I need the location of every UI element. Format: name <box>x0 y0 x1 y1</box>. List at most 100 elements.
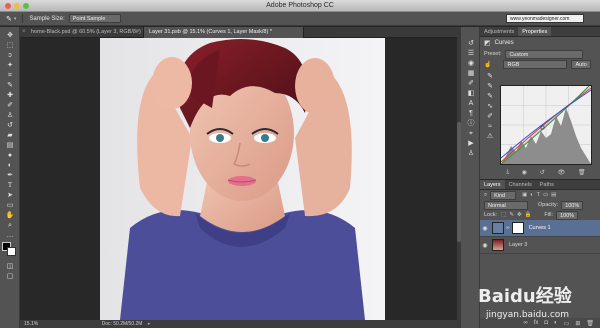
lasso-tool-icon[interactable]: ↄ <box>3 51 17 60</box>
window-title: Adobe Photoshop CC <box>266 2 334 9</box>
color-panel-icon[interactable]: ◉ <box>464 59 478 68</box>
marquee-tool-icon[interactable]: ⬚ <box>3 41 17 50</box>
brush-tool-icon[interactable]: ✐ <box>3 101 17 110</box>
clip-to-layer-icon[interactable]: ⤓ <box>506 169 509 176</box>
blur-tool-icon[interactable]: ● <box>3 151 17 160</box>
tab-properties[interactable]: Properties <box>518 27 552 36</box>
delete-adjustment-icon[interactable]: 🗑 <box>578 169 586 176</box>
info-panel-icon[interactable]: ⓘ <box>464 119 478 128</box>
brush-panel-icon[interactable]: ✐ <box>464 79 478 88</box>
layer-mask-thumbnail[interactable] <box>511 222 524 234</box>
lock-label: Lock: <box>484 212 498 218</box>
eyedropper-icon[interactable]: ✎ <box>6 15 12 23</box>
opacity-input[interactable]: 100% <box>561 200 584 210</box>
blend-mode-dropdown[interactable]: Normal <box>484 200 528 210</box>
crop-tool-icon[interactable]: ⌗ <box>3 71 17 80</box>
warning-icon[interactable]: ⚠ <box>483 132 497 141</box>
move-tool-icon[interactable]: ✥ <box>3 31 17 40</box>
fill-label: Fill: <box>544 212 553 218</box>
path-selection-tool-icon[interactable]: ➤ <box>3 191 17 200</box>
tab-paths[interactable]: Paths <box>536 180 558 189</box>
more-tools-icon[interactable]: … <box>3 231 17 240</box>
actions-panel-icon[interactable]: ▶ <box>464 139 478 148</box>
filter-row: ⌕ Kind ▣◐T▭▤ <box>480 190 600 200</box>
kind-filter-dropdown[interactable]: Kind <box>490 190 517 200</box>
zoom-level[interactable]: 15.1% <box>24 321 38 327</box>
layer-row-curves[interactable]: ◉ ∞ Curves 1 <box>480 220 600 237</box>
history-panel-icon[interactable]: ↺ <box>464 39 478 48</box>
auto-button[interactable]: Auto <box>571 59 591 69</box>
edit-points-icon[interactable]: ∿ <box>483 102 497 111</box>
properties-panel-icon[interactable]: ☰ <box>464 49 478 58</box>
gradient-tool-icon[interactable]: ▤ <box>3 141 17 150</box>
channel-dropdown[interactable]: RGB <box>503 59 568 69</box>
status-bar: 15.1% Doc: 50.2M/50.2M ▸ <box>20 320 457 328</box>
adjustment-thumbnail[interactable] <box>492 222 504 234</box>
tab-layers[interactable]: Layers <box>480 180 505 189</box>
character-panel-icon[interactable]: A <box>464 99 478 108</box>
layer-style-icon[interactable]: fx <box>534 320 539 326</box>
reset-icon[interactable]: ↺ <box>540 169 545 176</box>
black-point-eyedropper-icon[interactable]: ✎ <box>483 72 497 81</box>
layer-name[interactable]: Layer 3 <box>509 242 527 248</box>
pencil-draw-icon[interactable]: ✐ <box>483 112 497 121</box>
chain-link-icon[interactable]: ∞ <box>506 225 510 231</box>
view-previous-icon[interactable]: ◉ <box>522 169 527 176</box>
styles-panel-icon[interactable]: ◧ <box>464 89 478 98</box>
clone-source-panel-icon[interactable]: ♙ <box>464 149 478 158</box>
status-arrow-icon[interactable]: ▸ <box>148 321 151 327</box>
sample-size-dropdown[interactable]: Point Sample <box>68 14 121 23</box>
fill-input[interactable]: 100% <box>555 210 579 220</box>
zoom-tool-icon[interactable]: ⌕ <box>3 221 17 230</box>
curves-graph[interactable] <box>500 85 592 165</box>
new-adjustment-icon[interactable]: ◐ <box>554 320 558 326</box>
properties-footer: ⤓ ◉ ↺ 👁 🗑 <box>500 167 592 177</box>
clone-stamp-tool-icon[interactable]: ♙ <box>3 111 17 120</box>
screen-mode-icon[interactable]: ▢ <box>3 272 17 281</box>
delete-layer-icon[interactable]: 🗑 <box>586 320 594 327</box>
tab-layer-31[interactable]: Layer 31.psb @ 15.1% (Curves 1, Layer Ma… <box>144 27 304 38</box>
pen-tool-icon[interactable]: ✒ <box>3 171 17 180</box>
workspace-field[interactable]: www.yeonmadesigner.com <box>506 14 584 23</box>
target-adjust-icon[interactable]: ☝ <box>484 61 491 68</box>
type-tool-icon[interactable]: T <box>3 181 17 190</box>
add-mask-icon[interactable]: ◘ <box>544 320 548 326</box>
paragraph-panel-icon[interactable]: ¶ <box>464 109 478 118</box>
filter-icons[interactable]: ▣◐T▭▤ <box>522 192 559 198</box>
preset-dropdown[interactable]: Custom <box>505 49 584 59</box>
tab-home-black[interactable]: home-Black.psd @ 60.5% (Layer 3, RGB/8#)… <box>26 27 144 38</box>
new-group-icon[interactable]: ▭ <box>564 320 570 327</box>
layer-thumbnail[interactable] <box>492 239 504 251</box>
new-layer-icon[interactable]: ⊞ <box>575 320 580 327</box>
link-layers-icon[interactable]: ∞ <box>523 320 527 326</box>
tab-adjustments[interactable]: Adjustments <box>480 27 518 36</box>
quick-mask-icon[interactable]: ◫ <box>3 262 17 271</box>
rectangle-tool-icon[interactable]: ▭ <box>3 201 17 210</box>
quick-select-tool-icon[interactable]: ✦ <box>3 61 17 70</box>
swatches-panel-icon[interactable]: ▦ <box>464 69 478 78</box>
lock-icons[interactable]: ⬚✎✥🔒 <box>501 212 534 218</box>
healing-brush-tool-icon[interactable]: ✚ <box>3 91 17 100</box>
visibility-eye-icon[interactable]: ◉ <box>480 242 490 249</box>
history-brush-tool-icon[interactable]: ↺ <box>3 121 17 130</box>
layers-tabs: Layers Channels Paths <box>480 180 600 190</box>
visibility-eye-icon[interactable]: ◉ <box>480 225 490 232</box>
layer-row-layer-3[interactable]: ◉ Layer 3 <box>480 237 600 254</box>
dodge-tool-icon[interactable]: ◐ <box>3 161 17 170</box>
visibility-icon[interactable]: 👁 <box>558 169 566 176</box>
chevron-down-icon[interactable]: ▾ <box>14 16 17 22</box>
tab-channels[interactable]: Channels <box>505 180 536 189</box>
background-color-swatch[interactable] <box>7 247 16 256</box>
white-point-eyedropper-icon[interactable]: ✎ <box>483 92 497 101</box>
watermark-brand: Baidu经验 <box>478 286 572 307</box>
eraser-tool-icon[interactable]: ▰ <box>3 131 17 140</box>
hand-tool-icon[interactable]: ✋ <box>3 211 17 220</box>
layer-name[interactable]: Curves 1 <box>529 225 551 231</box>
document-image[interactable] <box>100 38 385 320</box>
navigator-panel-icon[interactable]: ⌖ <box>464 129 478 138</box>
smooth-icon[interactable]: ≈ <box>483 122 497 131</box>
gray-point-eyedropper-icon[interactable]: ✎ <box>483 82 497 91</box>
watermark-url: jingyan.baidu.com <box>486 310 570 320</box>
canvas-area[interactable] <box>20 38 457 320</box>
eyedropper-tool-icon[interactable]: ✎ <box>3 81 17 90</box>
